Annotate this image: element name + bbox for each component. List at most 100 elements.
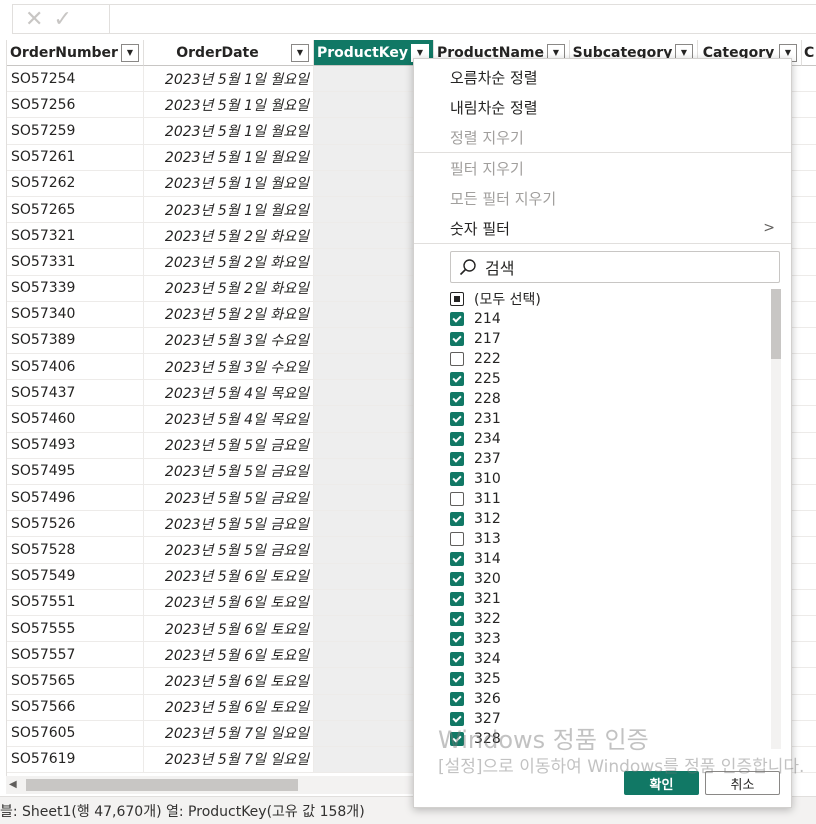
filter-value-item[interactable]: 310	[450, 469, 501, 489]
order-number-cell[interactable]: SO57437	[7, 380, 144, 406]
scroll-left-icon[interactable]: ◀	[9, 779, 17, 790]
order-date-cell[interactable]: 2023년 5월 1일 월요일	[144, 66, 314, 92]
column-header-orderdate[interactable]: OrderDate ▼	[144, 40, 314, 66]
checkbox[interactable]	[450, 572, 464, 586]
checkbox[interactable]	[450, 552, 464, 566]
order-date-cell[interactable]: 2023년 5월 1일 월요일	[144, 118, 314, 144]
checkbox[interactable]	[450, 692, 464, 706]
order-date-cell[interactable]: 2023년 5월 2일 화요일	[144, 249, 314, 275]
checkbox[interactable]	[450, 652, 464, 666]
order-date-cell[interactable]: 2023년 5월 1일 월요일	[144, 144, 314, 170]
order-date-cell[interactable]: 2023년 5월 3일 수요일	[144, 354, 314, 380]
order-date-cell[interactable]: 2023년 5월 4일 목요일	[144, 406, 314, 432]
order-number-cell[interactable]: SO57496	[7, 485, 144, 511]
order-number-cell[interactable]: SO57549	[7, 563, 144, 589]
checkbox[interactable]	[450, 472, 464, 486]
order-date-cell[interactable]: 2023년 5월 7일 일요일	[144, 720, 314, 746]
scrollbar-thumb[interactable]	[26, 779, 298, 791]
checkbox[interactable]	[450, 492, 464, 506]
order-number-cell[interactable]: SO57256	[7, 92, 144, 118]
order-number-cell[interactable]: SO57460	[7, 406, 144, 432]
order-date-cell[interactable]: 2023년 5월 5일 금요일	[144, 432, 314, 458]
order-date-cell[interactable]: 2023년 5월 2일 화요일	[144, 301, 314, 327]
checkbox[interactable]	[450, 512, 464, 526]
checkbox[interactable]	[450, 312, 464, 326]
order-date-cell[interactable]: 2023년 5월 4일 목요일	[144, 380, 314, 406]
number-filters-item[interactable]: 숫자 필터 >	[414, 213, 791, 243]
filter-value-item[interactable]: 222	[450, 349, 501, 369]
sort-descending-item[interactable]: 내림차순 정렬	[414, 92, 791, 122]
filter-value-item[interactable]: 231	[450, 409, 501, 429]
check-icon[interactable]: ✓	[53, 7, 71, 32]
filter-value-item[interactable]: 321	[450, 589, 501, 609]
clear-filter-item[interactable]: 필터 지우기	[414, 153, 791, 183]
filter-value-item[interactable]: (모두 선택)	[450, 289, 541, 309]
checkbox[interactable]	[450, 292, 464, 306]
order-date-cell[interactable]: 2023년 5월 6일 토요일	[144, 589, 314, 615]
list-scrollbar[interactable]	[771, 289, 781, 749]
checkbox[interactable]	[450, 612, 464, 626]
order-date-cell[interactable]: 2023년 5월 5일 금요일	[144, 511, 314, 537]
order-number-cell[interactable]: SO57261	[7, 144, 144, 170]
order-number-cell[interactable]: SO57526	[7, 511, 144, 537]
order-number-cell[interactable]: SO57495	[7, 458, 144, 484]
filter-value-item[interactable]: 314	[450, 549, 501, 569]
order-date-cell[interactable]: 2023년 5월 7일 일요일	[144, 746, 314, 773]
dropdown-arrow-icon[interactable]: ▼	[121, 43, 139, 62]
filter-value-item[interactable]: 225	[450, 369, 501, 389]
order-date-cell[interactable]: 2023년 5월 6일 토요일	[144, 694, 314, 720]
checkbox[interactable]	[450, 452, 464, 466]
order-number-cell[interactable]: SO57389	[7, 327, 144, 354]
order-number-cell[interactable]: SO57555	[7, 615, 144, 642]
order-number-cell[interactable]: SO57321	[7, 223, 144, 249]
order-number-cell[interactable]: SO57262	[7, 170, 144, 196]
order-number-cell[interactable]: SO57265	[7, 196, 144, 223]
order-number-cell[interactable]: SO57605	[7, 720, 144, 746]
filter-value-item[interactable]: 217	[450, 329, 501, 349]
order-date-cell[interactable]: 2023년 5월 1일 월요일	[144, 92, 314, 118]
formula-input[interactable]	[110, 4, 816, 34]
order-number-cell[interactable]: SO57566	[7, 694, 144, 720]
checkbox[interactable]	[450, 532, 464, 546]
order-number-cell[interactable]: SO57493	[7, 432, 144, 458]
clear-all-filters-item[interactable]: 모든 필터 지우기	[414, 183, 791, 213]
filter-value-item[interactable]: 324	[450, 649, 501, 669]
order-number-cell[interactable]: SO57259	[7, 118, 144, 144]
sort-ascending-item[interactable]: 오름차순 정렬	[414, 62, 791, 92]
order-number-cell[interactable]: SO57565	[7, 668, 144, 694]
order-number-cell[interactable]: SO57619	[7, 746, 144, 773]
clear-sort-item[interactable]: 정렬 지우기	[414, 122, 791, 152]
checkbox[interactable]	[450, 372, 464, 386]
checkbox[interactable]	[450, 392, 464, 406]
order-date-cell[interactable]: 2023년 5월 1일 월요일	[144, 170, 314, 196]
filter-value-item[interactable]: 323	[450, 629, 501, 649]
scrollbar-thumb[interactable]	[771, 289, 781, 359]
order-date-cell[interactable]: 2023년 5월 1일 월요일	[144, 196, 314, 223]
order-date-cell[interactable]: 2023년 5월 6일 토요일	[144, 668, 314, 694]
filter-value-item[interactable]: 234	[450, 429, 501, 449]
filter-value-item[interactable]: 320	[450, 569, 501, 589]
order-date-cell[interactable]: 2023년 5월 5일 금요일	[144, 458, 314, 484]
filter-search-input[interactable]: 검색	[450, 251, 780, 283]
order-number-cell[interactable]: SO57331	[7, 249, 144, 275]
checkbox[interactable]	[450, 632, 464, 646]
order-number-cell[interactable]: SO57406	[7, 354, 144, 380]
filter-value-item[interactable]: 322	[450, 609, 501, 629]
order-number-cell[interactable]: SO57254	[7, 66, 144, 92]
filter-value-item[interactable]: 325	[450, 669, 501, 689]
order-number-cell[interactable]: SO57528	[7, 537, 144, 563]
order-number-cell[interactable]: SO57551	[7, 589, 144, 615]
order-date-cell[interactable]: 2023년 5월 2일 화요일	[144, 223, 314, 249]
order-date-cell[interactable]: 2023년 5월 3일 수요일	[144, 327, 314, 354]
checkbox[interactable]	[450, 352, 464, 366]
order-number-cell[interactable]: SO57557	[7, 642, 144, 668]
filter-value-item[interactable]: 228	[450, 389, 501, 409]
dropdown-arrow-icon[interactable]: ▼	[291, 43, 309, 62]
close-icon[interactable]: ✕	[25, 7, 43, 32]
filter-value-item[interactable]: 313	[450, 529, 501, 549]
checkbox[interactable]	[450, 592, 464, 606]
filter-value-item[interactable]: 326	[450, 689, 501, 709]
checkbox[interactable]	[450, 432, 464, 446]
horizontal-scrollbar[interactable]: ◀	[6, 776, 414, 794]
order-date-cell[interactable]: 2023년 5월 5일 금요일	[144, 537, 314, 563]
